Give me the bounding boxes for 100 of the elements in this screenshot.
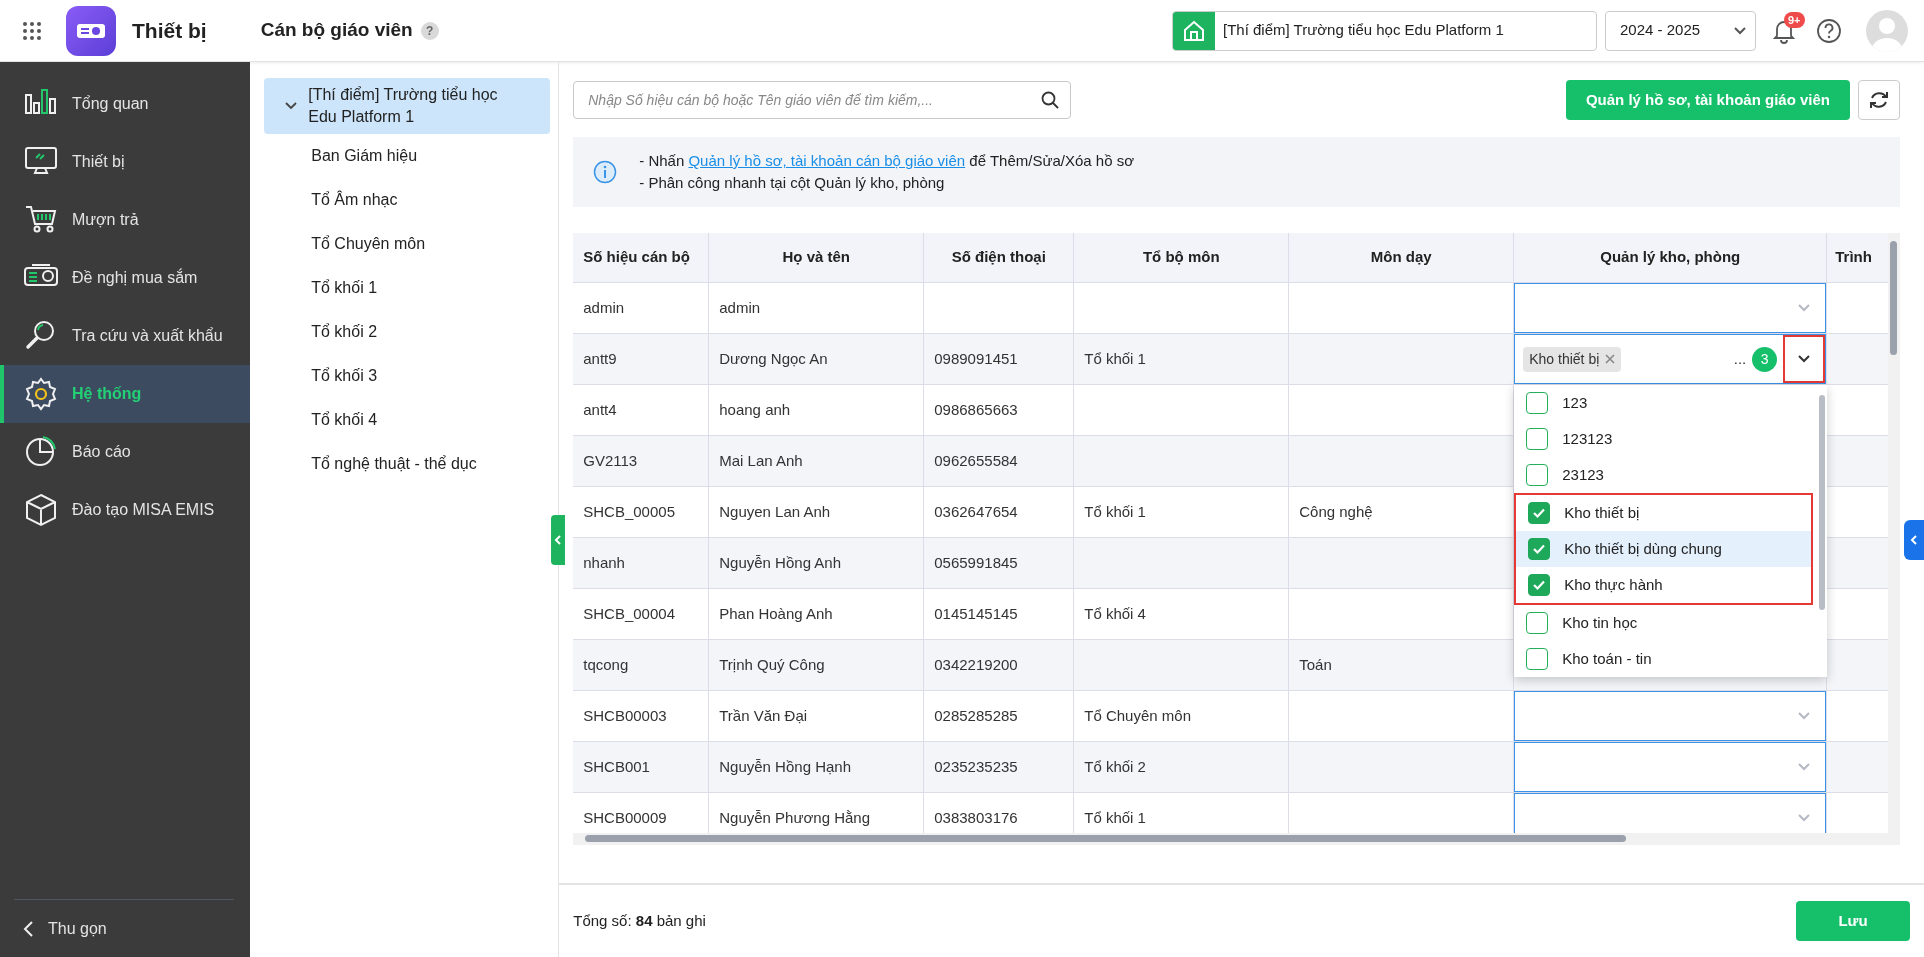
info-text: - Phân công nhanh tại cột Quản lý kho, phòng (639, 173, 946, 193)
chevron-down-icon (1797, 762, 1812, 772)
table-cell: GV2113 (573, 436, 710, 487)
chevron-down-icon (1733, 25, 1747, 36)
column-header: Họ và tên (709, 233, 925, 283)
table-cell: tqcong (573, 640, 710, 691)
sidebar-item[interactable]: Báo cáo (0, 423, 251, 481)
column-header: Tổ bộ môn (1074, 233, 1290, 283)
column-header: Trình (1827, 233, 1888, 283)
tree-item[interactable]: Tổ khối 4 (264, 398, 551, 442)
chevron-down-icon (1797, 813, 1812, 823)
chevron-left-icon (554, 534, 563, 546)
dropdown-option[interactable]: Kho tin học (1514, 605, 1814, 641)
overflow-ellipsis: ... (1733, 348, 1747, 369)
check-icon (1532, 579, 1547, 591)
sidebar-item[interactable]: Đào tạo MISA EMIS (0, 481, 251, 539)
table-cell: Nguyễn Hồng Hạnh (709, 742, 925, 793)
table-cell: 0235235235 (924, 742, 1075, 793)
table-cell: nhanh (573, 538, 710, 589)
dropdown-option[interactable]: 123 (1514, 385, 1814, 421)
tree-item[interactable]: Tổ Chuyên môn (264, 222, 551, 266)
table-cell: antt9 (573, 334, 710, 385)
column-header: Số hiệu cán bộ (573, 233, 710, 283)
sidebar-item[interactable]: Thiết bị (0, 133, 251, 191)
year-select[interactable]: 2024 - 2025 (1605, 10, 1756, 51)
scrollbar[interactable] (1819, 395, 1826, 610)
column-header: Môn dạy (1289, 233, 1515, 283)
refresh-icon (1868, 89, 1890, 111)
checkbox[interactable] (1526, 428, 1549, 450)
checkbox[interactable] (1528, 538, 1551, 560)
multi-select-field[interactable] (1514, 742, 1827, 792)
table-cell: 0565991845 (924, 538, 1075, 589)
tree-item[interactable]: Tổ khối 2 (264, 310, 551, 354)
multi-select-field[interactable] (1514, 793, 1827, 833)
table-cell: Mai Lan Anh (709, 436, 925, 487)
tree-item[interactable]: [Thí điểm] Trường tiểu học Edu Platform 1 (264, 78, 551, 134)
horizontal-scrollbar[interactable] (573, 833, 1900, 845)
info-text: - Nhấn Quản lý hồ sơ, tài khoản cán bộ giáo viên để Thêm/Sửa/Xóa hồ sơ (639, 151, 1134, 171)
table-cell: SHCB001 (573, 742, 710, 793)
dropdown-option[interactable]: Kho thiết bị dùng chung (1516, 531, 1812, 567)
table-cell: 0342219200 (924, 640, 1075, 691)
sidebar-item[interactable]: Đề nghị mua sắm (0, 249, 251, 307)
checkbox[interactable] (1526, 648, 1549, 670)
check-icon (1532, 507, 1547, 519)
dropdown-option[interactable]: Kho thực hành (1516, 567, 1812, 603)
school-picker[interactable]: [Thí điểm] Trường tiểu học Edu Platform 1 (1172, 10, 1597, 51)
column-header: Số điện thoại (924, 233, 1075, 283)
page-title: Cán bộ giáo viên (260, 18, 413, 43)
sidebar-item[interactable]: Tổng quan (0, 75, 251, 133)
table-cell: Trịnh Quý Công (709, 640, 925, 691)
chevron-down-icon (1797, 303, 1812, 313)
search-field[interactable]: Nhập Số hiệu cán bộ hoặc Tên giáo viên để tìm kiếm,... (573, 81, 1072, 119)
collapse-button[interactable]: Thu gọn (14, 899, 235, 957)
total-records: Tổng số: 84 bản ghi (573, 910, 706, 931)
dropdown-option[interactable]: Kho toán - tin (1514, 641, 1814, 677)
home-icon (1182, 18, 1206, 43)
checkbox[interactable] (1526, 612, 1549, 634)
app-grid-icon[interactable] (22, 20, 42, 41)
selected-tag: Kho thiết bị (1523, 346, 1622, 372)
expand-panel-tab[interactable] (1904, 520, 1924, 560)
refresh-button[interactable] (1858, 80, 1900, 120)
app-title: Thiết bị (132, 17, 207, 44)
tree-item[interactable]: Ban Giám hiệu (264, 134, 551, 178)
checkbox[interactable] (1526, 464, 1549, 486)
dropdown-option[interactable]: 23123 (1514, 457, 1814, 493)
pie-chart-icon (24, 435, 58, 469)
multi-select-field[interactable]: Kho thiết bị ... 3 (1514, 334, 1827, 384)
sidebar-item[interactable]: Tra cứu và xuất khẩu (0, 307, 251, 365)
table-cell: Toán (1289, 640, 1515, 691)
dropdown-option[interactable]: 123123 (1514, 421, 1814, 457)
dropdown-option[interactable]: Kho thiết bị (1516, 495, 1812, 531)
info-icon (593, 160, 618, 184)
dropdown-button[interactable] (1783, 335, 1826, 383)
tree-item[interactable]: Tổ khối 3 (264, 354, 551, 398)
notification-count: 9+ (1784, 11, 1805, 28)
help-icon[interactable] (1816, 17, 1842, 44)
close-icon[interactable] (1605, 354, 1616, 364)
checkbox[interactable] (1528, 502, 1551, 524)
chevron-down-icon (1797, 354, 1812, 364)
sidebar-item[interactable]: Hệ thống (0, 365, 251, 423)
checkbox[interactable] (1526, 392, 1549, 414)
help-badge[interactable]: ? (420, 21, 439, 40)
multi-select-field[interactable] (1514, 691, 1827, 741)
vertical-scrollbar[interactable] (1888, 233, 1900, 833)
table-cell: Nguyễn Hồng Anh (709, 538, 925, 589)
tree-item[interactable]: Tổ khối 1 (264, 266, 551, 310)
sidebar-item[interactable]: Mượn trả (0, 191, 251, 249)
tree-item[interactable]: Tổ nghệ thuật - thể dục (264, 442, 551, 486)
tree-item[interactable]: Tổ Âm nhạc (264, 178, 551, 222)
chevron-left-icon (22, 919, 34, 938)
multi-select-field[interactable] (1514, 283, 1827, 333)
check-icon (1532, 543, 1547, 555)
table-cell: Tổ khối 2 (1074, 742, 1290, 793)
chevron-down-icon (1797, 711, 1812, 721)
checkbox[interactable] (1528, 574, 1551, 596)
collapse-panel-tab[interactable] (551, 515, 566, 565)
chevron-left-icon (1910, 534, 1918, 546)
column-header: Quản lý kho, phòng (1514, 233, 1828, 283)
table-cell: Dương Ngọc An (709, 334, 925, 385)
table-cell: 0989091451 (924, 334, 1075, 385)
